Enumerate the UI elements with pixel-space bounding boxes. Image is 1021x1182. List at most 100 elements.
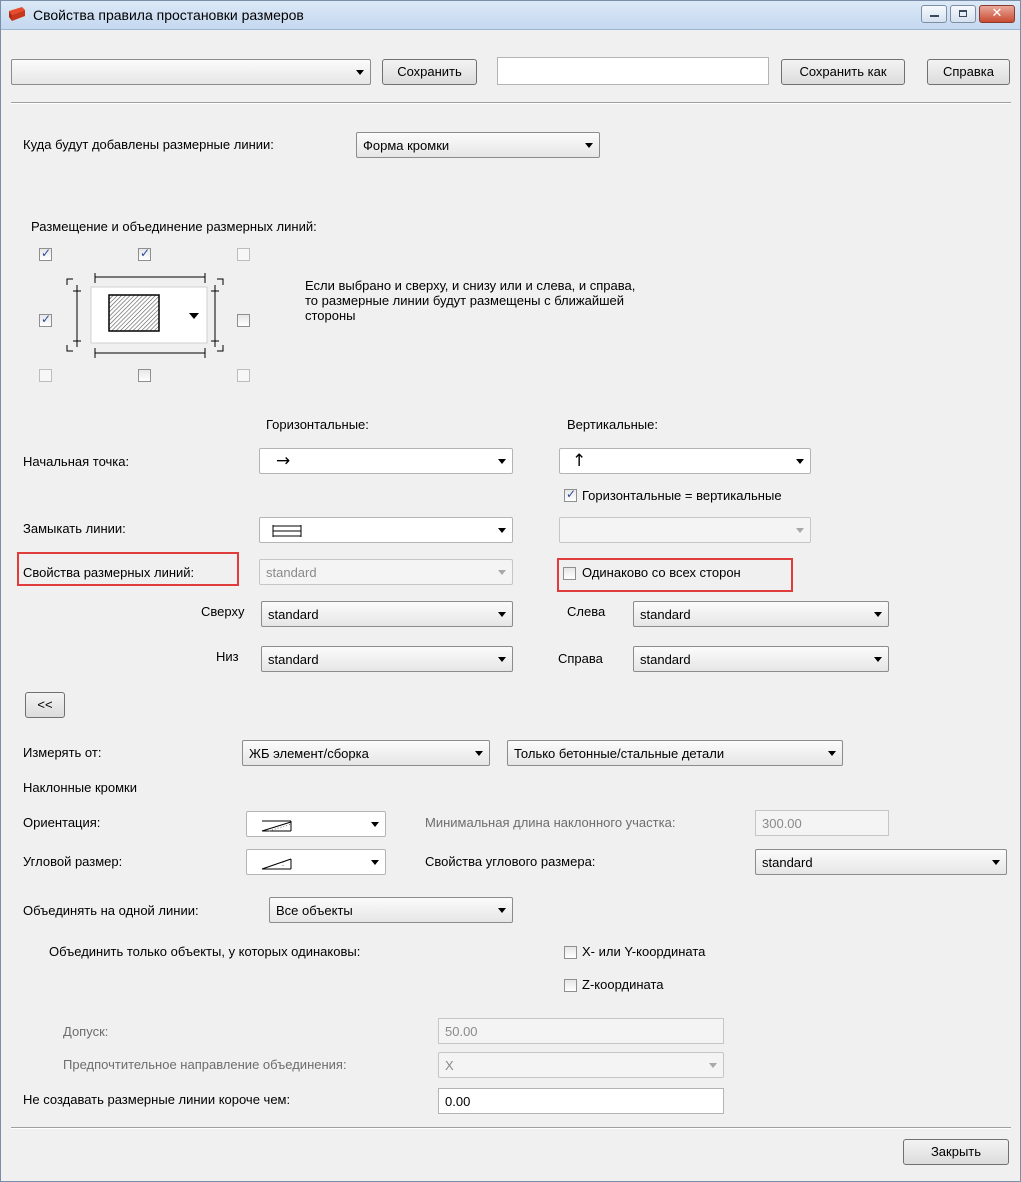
combine-select[interactable]: Все объекты [269, 897, 513, 923]
maximize-icon [959, 10, 967, 17]
help-button[interactable]: Справка [927, 59, 1010, 85]
close-lines-vertical-select[interactable] [559, 517, 811, 543]
target-value: Форма кромки [363, 138, 450, 153]
z-coordinate-label: Z-координата [582, 977, 664, 992]
arrow-up-icon: ↑ [572, 451, 587, 471]
close-button[interactable]: Закрыть [903, 1139, 1009, 1165]
chevron-down-icon [356, 70, 364, 75]
angular-props-value: standard [762, 855, 813, 870]
chevron-down-icon [475, 751, 483, 756]
bottom-props-select[interactable]: standard [261, 646, 513, 672]
minimize-icon [930, 15, 939, 17]
chevron-down-icon [498, 612, 506, 617]
dim-props-value: standard [266, 565, 317, 580]
chevron-down-icon [498, 459, 506, 464]
orientation-select[interactable] [246, 811, 386, 837]
close-lines-label: Замыкать линии: [23, 521, 126, 536]
separator [11, 1127, 1011, 1129]
hv-equal-checkbox[interactable] [564, 487, 577, 502]
right-label: Справа [558, 651, 603, 666]
min-length-label: Не создавать размерные линии короче чем: [23, 1092, 291, 1107]
same-all-label: Одинаково со всех сторон [582, 565, 741, 580]
collapse-button[interactable]: << [25, 692, 65, 718]
chevron-down-icon [874, 612, 882, 617]
chevron-down-icon [498, 908, 506, 913]
orientation-label: Ориентация: [23, 815, 101, 830]
chevron-down-icon [796, 528, 804, 533]
left-props-select[interactable]: standard [633, 601, 889, 627]
bottom-props-value: standard [268, 652, 319, 667]
arrow-right-icon: → [276, 451, 291, 471]
minimize-button[interactable] [921, 5, 947, 23]
combine-only-label: Объединить только объекты, у которых оди… [49, 944, 361, 959]
maximize-button[interactable] [950, 5, 976, 23]
left-label: Слева [567, 604, 606, 619]
top-props-select[interactable]: standard [261, 601, 513, 627]
measure-from-select[interactable]: ЖБ элемент/сборка [242, 740, 490, 766]
placement-hint: Если выбрано и сверху, и снизу или и сле… [305, 278, 636, 323]
placement-bottom-right-checkbox[interactable] [237, 369, 250, 382]
app-icon [9, 7, 25, 21]
z-coordinate-checkbox[interactable] [564, 979, 577, 992]
preset-select[interactable] [11, 59, 371, 85]
title-bar: Свойства правила простановки размеров ✕ [1, 1, 1020, 30]
close-icon: ✕ [991, 6, 1003, 21]
placement-right-checkbox[interactable] [237, 314, 250, 327]
angular-props-select[interactable]: standard [755, 849, 1007, 875]
placement-bottom-left-checkbox[interactable] [39, 369, 52, 382]
closed-dimension-icon [272, 525, 302, 537]
xy-coordinate-label: X- или Y-координата [582, 944, 706, 959]
measure-parts-select[interactable]: Только бетонные/стальные детали [507, 740, 843, 766]
same-all-checkbox[interactable] [563, 567, 576, 580]
dim-props-select[interactable]: standard [259, 559, 513, 585]
right-props-value: standard [640, 652, 691, 667]
measure-from-value: ЖБ элемент/сборка [249, 746, 369, 761]
right-props-select[interactable]: standard [633, 646, 889, 672]
dialog-window: Свойства правила простановки размеров ✕ … [0, 0, 1021, 1182]
chevron-down-icon [498, 528, 506, 533]
chevron-down-icon [992, 860, 1000, 865]
chevron-down-icon [498, 570, 506, 575]
target-select[interactable]: Форма кромки [356, 132, 600, 158]
horizontal-header: Горизонтальные: [266, 417, 369, 432]
angular-dimension-icon [261, 858, 292, 870]
tolerance-value: 50.00 [445, 1024, 478, 1039]
save-as-name-input[interactable] [497, 57, 769, 85]
save-button[interactable]: Сохранить [382, 59, 477, 85]
top-label: Сверху [201, 604, 245, 619]
slope-orientation-icon [261, 820, 292, 832]
tolerance-input[interactable]: 50.00 [438, 1018, 724, 1044]
top-props-value: standard [268, 607, 319, 622]
min-length-value: 0.00 [445, 1094, 471, 1109]
target-label: Куда будут добавлены размерные линии: [23, 137, 274, 152]
direction-value: X [445, 1058, 454, 1073]
chevron-down-icon [709, 1063, 717, 1068]
left-props-value: standard [640, 607, 691, 622]
measure-parts-value: Только бетонные/стальные детали [514, 746, 725, 761]
dim-props-highlight [17, 552, 239, 586]
xy-coordinate-checkbox[interactable] [564, 946, 577, 959]
start-point-horizontal-select[interactable]: → [259, 448, 513, 474]
placement-top-right-checkbox[interactable] [237, 248, 250, 261]
min-length-input[interactable]: 0.00 [438, 1088, 724, 1114]
tolerance-label: Допуск: [63, 1024, 109, 1039]
placement-top-checkbox[interactable] [138, 246, 151, 261]
window-close-button[interactable]: ✕ [979, 5, 1015, 23]
angular-label: Угловой размер: [23, 854, 123, 869]
angular-props-label: Свойства углового размера: [425, 854, 596, 869]
close-lines-horizontal-select[interactable] [259, 517, 513, 543]
placement-top-left-checkbox[interactable] [39, 246, 52, 261]
min-slope-length-input[interactable]: 300.00 [755, 810, 889, 836]
placement-bottom-checkbox[interactable] [138, 369, 151, 382]
combine-label: Объединять на одной линии: [23, 903, 199, 918]
chevron-down-icon [828, 751, 836, 756]
placement-left-checkbox[interactable] [39, 312, 52, 327]
save-as-button[interactable]: Сохранить как [781, 59, 905, 85]
window-title: Свойства правила простановки размеров [33, 7, 304, 23]
direction-select[interactable]: X [438, 1052, 724, 1078]
chevron-down-icon [498, 657, 506, 662]
hv-equal-label: Горизонтальные = вертикальные [582, 488, 782, 503]
chevron-down-icon [585, 143, 593, 148]
angular-select[interactable] [246, 849, 386, 875]
start-point-vertical-select[interactable]: ↑ [559, 448, 811, 474]
